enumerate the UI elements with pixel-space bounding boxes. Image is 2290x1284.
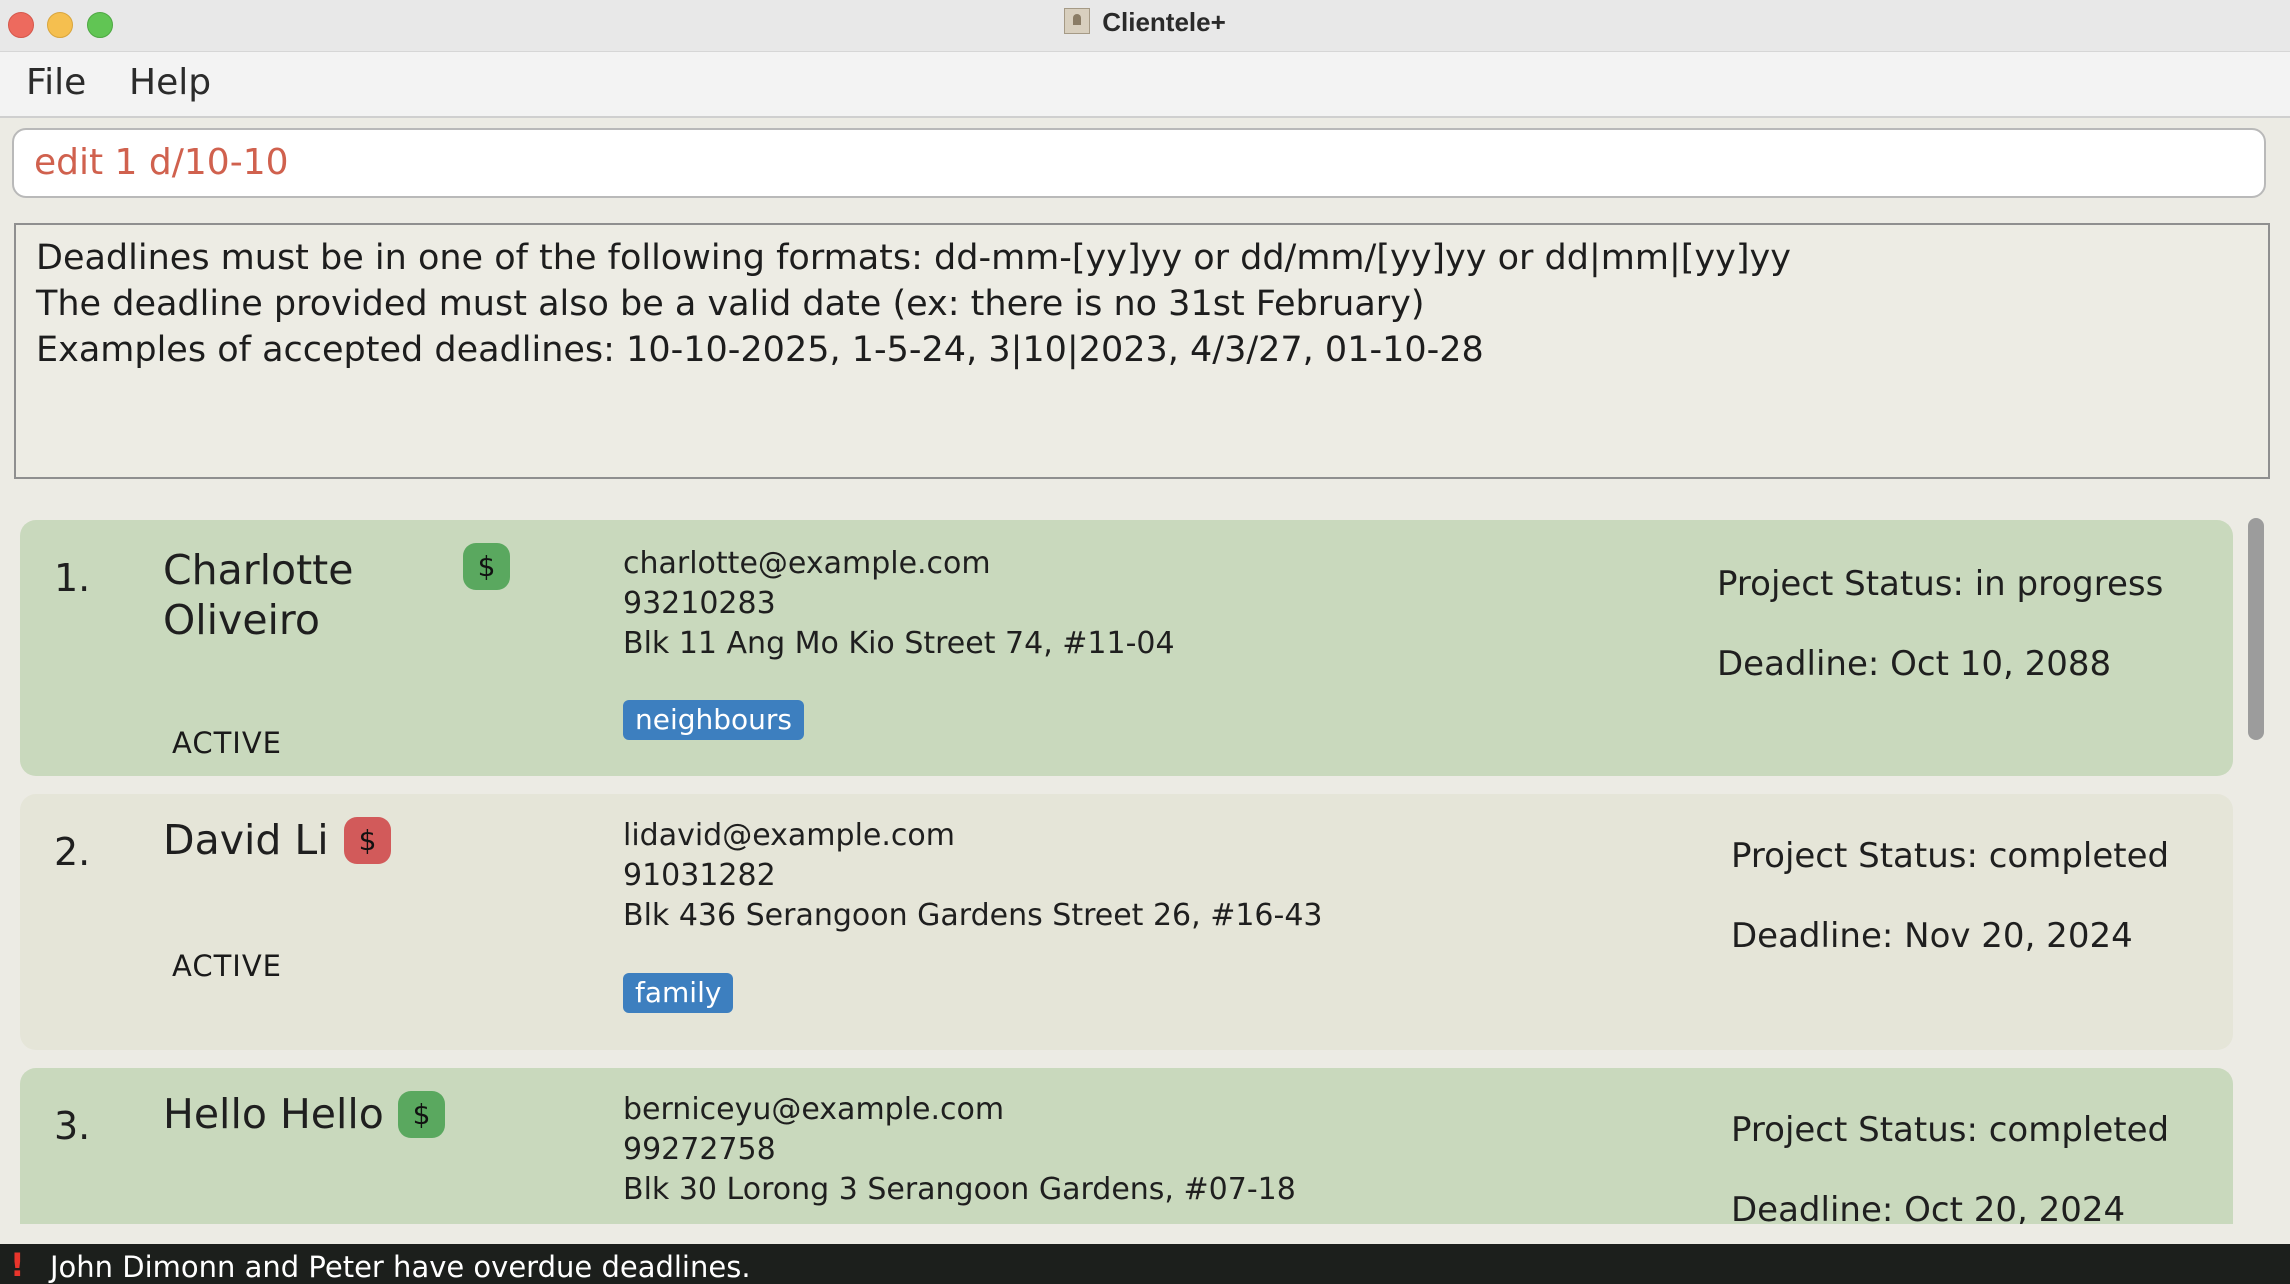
client-phone: 91031282 bbox=[623, 858, 776, 893]
client-phone: 99272758 bbox=[623, 1132, 776, 1167]
app-icon bbox=[1064, 8, 1091, 34]
window-title: Clientele+ bbox=[1102, 7, 1226, 37]
client-card[interactable]: 2. David Li $ ACTIVE lidavid@example.com… bbox=[20, 794, 2233, 1050]
client-name: David Li bbox=[163, 816, 329, 864]
result-line: The deadline provided must also be a val… bbox=[36, 284, 1425, 324]
list-scrollbar[interactable] bbox=[2248, 518, 2264, 740]
client-list[interactable]: 1. Charlotte Oliveiro $ ACTIVE charlotte… bbox=[0, 504, 2290, 1224]
status-bar: ! John Dimonn and Peter have overdue dea… bbox=[0, 1244, 2290, 1284]
project-deadline: Deadline: Oct 20, 2024 bbox=[1731, 1190, 2126, 1224]
menu-help[interactable]: Help bbox=[129, 62, 211, 103]
result-line: Deadlines must be in one of the followin… bbox=[36, 238, 1791, 278]
client-email: lidavid@example.com bbox=[623, 818, 955, 853]
project-status: Project Status: completed bbox=[1731, 836, 2170, 876]
client-tag: family bbox=[623, 973, 734, 1013]
client-email: charlotte@example.com bbox=[623, 546, 991, 581]
command-input[interactable]: edit 1 d/10-10 bbox=[12, 128, 2266, 198]
menu-bar: File Help bbox=[0, 52, 2290, 118]
project-deadline: Deadline: Oct 10, 2088 bbox=[1717, 644, 2112, 684]
client-phone: 93210283 bbox=[623, 586, 776, 621]
client-card[interactable]: 3. Hello Hello $ berniceyu@example.com 9… bbox=[20, 1068, 2233, 1224]
menu-file[interactable]: File bbox=[26, 62, 86, 103]
client-index: 3. bbox=[54, 1104, 91, 1148]
client-index: 2. bbox=[54, 830, 91, 874]
status-message: John Dimonn and Peter have overdue deadl… bbox=[50, 1250, 751, 1284]
project-status: Project Status: in progress bbox=[1717, 564, 2164, 604]
window-titlebar: Clientele+ bbox=[0, 0, 2290, 52]
project-status: Project Status: completed bbox=[1731, 1110, 2170, 1150]
client-status: ACTIVE bbox=[172, 726, 283, 760]
window-title-wrap: Clientele+ bbox=[0, 7, 2290, 38]
payment-unpaid-icon: $ bbox=[344, 817, 391, 864]
client-name: Oliveiro bbox=[163, 596, 320, 644]
client-index: 1. bbox=[54, 556, 91, 600]
client-email: berniceyu@example.com bbox=[623, 1092, 1005, 1127]
client-address: Blk 436 Serangoon Gardens Street 26, #16… bbox=[623, 898, 1323, 933]
result-line: Examples of accepted deadlines: 10-10-20… bbox=[36, 330, 1484, 370]
payment-paid-icon: $ bbox=[398, 1091, 445, 1138]
project-deadline: Deadline: Nov 20, 2024 bbox=[1731, 916, 2133, 956]
command-input-text[interactable]: edit 1 d/10-10 bbox=[34, 142, 289, 183]
client-address: Blk 30 Lorong 3 Serangoon Gardens, #07-1… bbox=[623, 1172, 1296, 1207]
payment-paid-icon: $ bbox=[463, 543, 510, 590]
client-tag: neighbours bbox=[623, 700, 805, 740]
client-card[interactable]: 1. Charlotte Oliveiro $ ACTIVE charlotte… bbox=[20, 520, 2233, 776]
client-name: Hello Hello bbox=[163, 1090, 384, 1138]
result-display: Deadlines must be in one of the followin… bbox=[14, 223, 2270, 479]
client-name: Charlotte bbox=[163, 546, 354, 594]
client-status: ACTIVE bbox=[172, 949, 283, 983]
client-address: Blk 11 Ang Mo Kio Street 74, #11-04 bbox=[623, 626, 1175, 661]
alert-icon: ! bbox=[10, 1246, 25, 1284]
